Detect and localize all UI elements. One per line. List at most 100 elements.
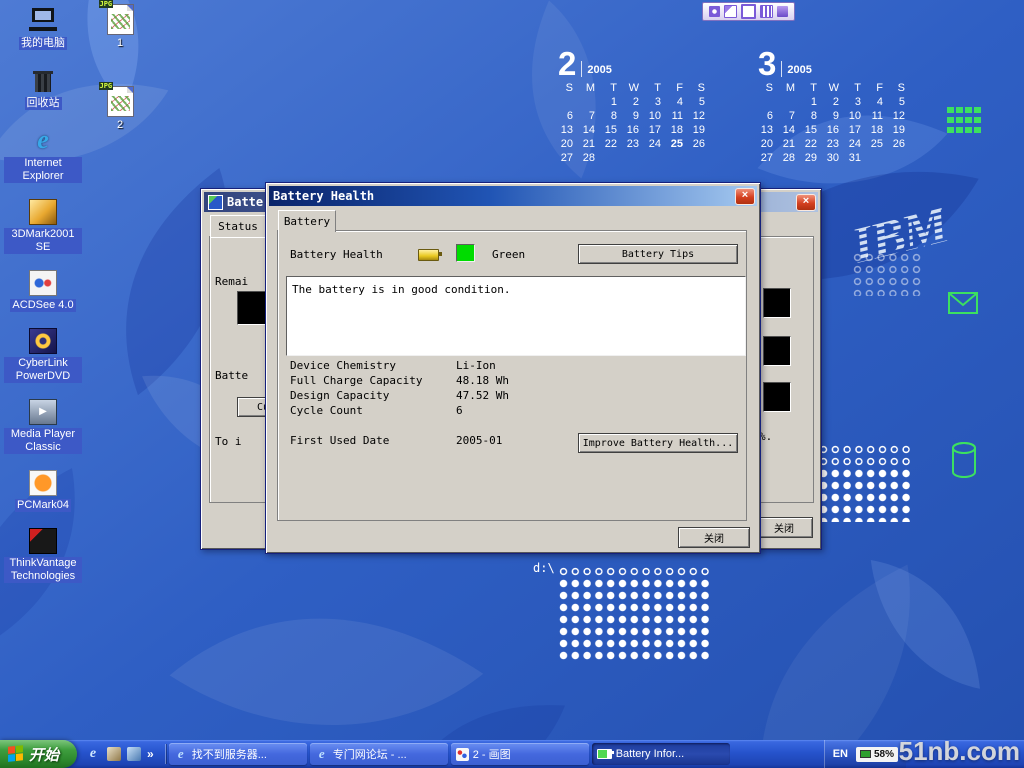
jpg-file-icon: JPG (107, 4, 134, 35)
calendar-day: 15 (600, 124, 622, 137)
condition-text: The battery is in good condition. (292, 283, 511, 296)
battery-meter[interactable]: 58% (856, 747, 898, 762)
calendar-day: 31 (844, 152, 866, 165)
desktop-icon-column: 我的电脑回收站 eInternet Explorer 3DMark2001 SE AC… (4, 6, 82, 599)
close-icon[interactable]: × (796, 194, 816, 211)
display-icon[interactable] (741, 4, 756, 19)
taskbar-task-paint[interactable]: 2 - 画图 (451, 743, 589, 765)
calendar-day-header: M (578, 82, 600, 95)
calendar-day: 25 (666, 138, 688, 151)
calendar-day: 4 (866, 96, 888, 109)
calendar-day: 20 (556, 138, 578, 151)
desktop-icon-pcmark[interactable]: PCMark04 (4, 470, 82, 512)
drive-label: d:\ (533, 561, 555, 575)
taskbar-task-ie[interactable]: e专门网论坛 - ... (310, 743, 448, 765)
field-label: Cycle Count (290, 404, 456, 419)
quick-launch-bar: e» (77, 740, 162, 768)
calendar-day: 22 (800, 138, 822, 151)
improve-battery-health-button[interactable]: Improve Battery Health... (578, 433, 738, 453)
desktop-icon-mpc[interactable]: ▶Media Player Classic (4, 399, 82, 454)
app2-quicklaunch-icon[interactable] (127, 747, 141, 761)
calendar-day: 13 (556, 124, 578, 137)
task-label: 找不到服务器... (192, 746, 267, 762)
calendar-month-number: 2 (558, 50, 576, 78)
calendar-day (600, 152, 622, 165)
calendar-day: 8 (600, 110, 622, 123)
desktop-icon-label: 我的电脑 (19, 37, 67, 50)
tab-battery[interactable]: Battery (278, 210, 336, 232)
desktop-icon-recycle[interactable]: 回收站 (4, 66, 82, 110)
field-value: 47.52 Wh (456, 389, 509, 404)
start-button[interactable]: 开始 (0, 740, 77, 768)
keyboard-icon[interactable] (760, 5, 773, 18)
taskbar-task-battery[interactable]: Battery Infor... (592, 743, 730, 765)
calendar-day-header: F (866, 82, 888, 95)
calendar-day (866, 152, 888, 165)
desktop-icon-mycomputer[interactable]: 我的电脑 (4, 6, 82, 50)
field-label: First Used Date (290, 434, 456, 449)
desktop-icon-label: Internet Explorer (4, 157, 82, 183)
desktop-icon-label: PCMark04 (15, 499, 71, 512)
ie-icon: e (174, 747, 188, 761)
watermark: 51nb.com (899, 736, 1020, 767)
desktop-icon-label: ACDSee 4.0 (10, 299, 75, 312)
overflow-quicklaunch-icon[interactable]: » (147, 747, 154, 761)
desktop-icon-label: CyberLink PowerDVD (4, 357, 82, 383)
battery-tips-button[interactable]: Battery Tips (578, 244, 738, 264)
close-dialog-button[interactable]: 关闭 (755, 517, 813, 538)
brightness-icon[interactable] (724, 5, 737, 18)
calendar-day: 16 (622, 124, 644, 137)
calendar-divider (781, 61, 782, 77)
gauge-cell (763, 336, 791, 366)
desktop-icon-label: 3DMark2001 SE (4, 228, 82, 254)
file-icon-column: JPG1JPG2 (98, 4, 142, 168)
close-icon[interactable]: × (735, 188, 755, 205)
calendar-year: 2005 (787, 64, 811, 76)
ie-icon: e (315, 747, 329, 761)
tab-status[interactable]: Status (210, 215, 266, 237)
app1-quicklaunch-icon[interactable] (107, 747, 121, 761)
jpg-badge: JPG (99, 82, 114, 90)
icon-glyph: ▶ (39, 407, 47, 417)
desktop-icon-ie[interactable]: eInternet Explorer (4, 126, 82, 183)
calendar-day (556, 96, 578, 109)
volume-icon[interactable] (709, 6, 720, 17)
condition-textbox[interactable]: The battery is in good condition. (286, 276, 746, 356)
calendar-day: 4 (666, 96, 688, 109)
calendar-day (578, 96, 600, 109)
desktop-icon-acdsee[interactable]: ACDSee 4.0 (4, 270, 82, 312)
calendar-day-header: S (556, 82, 578, 95)
calendar-day: 10 (844, 110, 866, 123)
calendar-day-header: S (888, 82, 910, 95)
file-icon-2[interactable]: JPG 2 (98, 86, 142, 132)
file-icon-1[interactable]: JPG1 (98, 4, 142, 50)
calendar-day-header: F (666, 82, 688, 95)
language-indicator[interactable]: EN (833, 748, 848, 760)
desktop-icon-thinkvantage[interactable]: ThinkVantage Technologies (4, 528, 82, 583)
calendar-day: 14 (578, 124, 600, 137)
taskbar-task-ie[interactable]: e 找不到服务器... (169, 743, 307, 765)
calendar-day: 27 (756, 152, 778, 165)
wallpaper-calendar-march: 3 2005 SMTWTFS12345678910111213141516171… (756, 50, 926, 165)
battery-health-titlebar[interactable]: Battery Health × (269, 186, 757, 206)
ie-quicklaunch-icon[interactable]: e (85, 746, 101, 762)
jpg-file-icon: JPG (107, 86, 134, 117)
calendar-day: 12 (888, 110, 910, 123)
desktop-icon-powerdvd[interactable]: CyberLink PowerDVD (4, 328, 82, 383)
calendar-day: 6 (556, 110, 578, 123)
health-status-text: Green (492, 248, 525, 261)
calendar-day: 2 (622, 96, 644, 109)
desktop-icon-mark3d[interactable]: 3DMark2001 SE (4, 199, 82, 254)
calendar-day-header: W (622, 82, 644, 95)
file-icon-label: 2 (115, 119, 125, 132)
calendar-day: 5 (688, 96, 710, 109)
calendar-day-header: S (688, 82, 710, 95)
task-label: Battery Infor... (616, 748, 684, 760)
calendar-day: 3 (644, 96, 666, 109)
close-dialog-button[interactable]: 关闭 (678, 527, 750, 548)
power-icon[interactable] (777, 6, 788, 17)
calendar-day: 6 (756, 110, 778, 123)
cylinder-icon (950, 440, 978, 485)
field-label: Device Chemistry (290, 359, 456, 374)
recycle-icon (27, 66, 59, 94)
